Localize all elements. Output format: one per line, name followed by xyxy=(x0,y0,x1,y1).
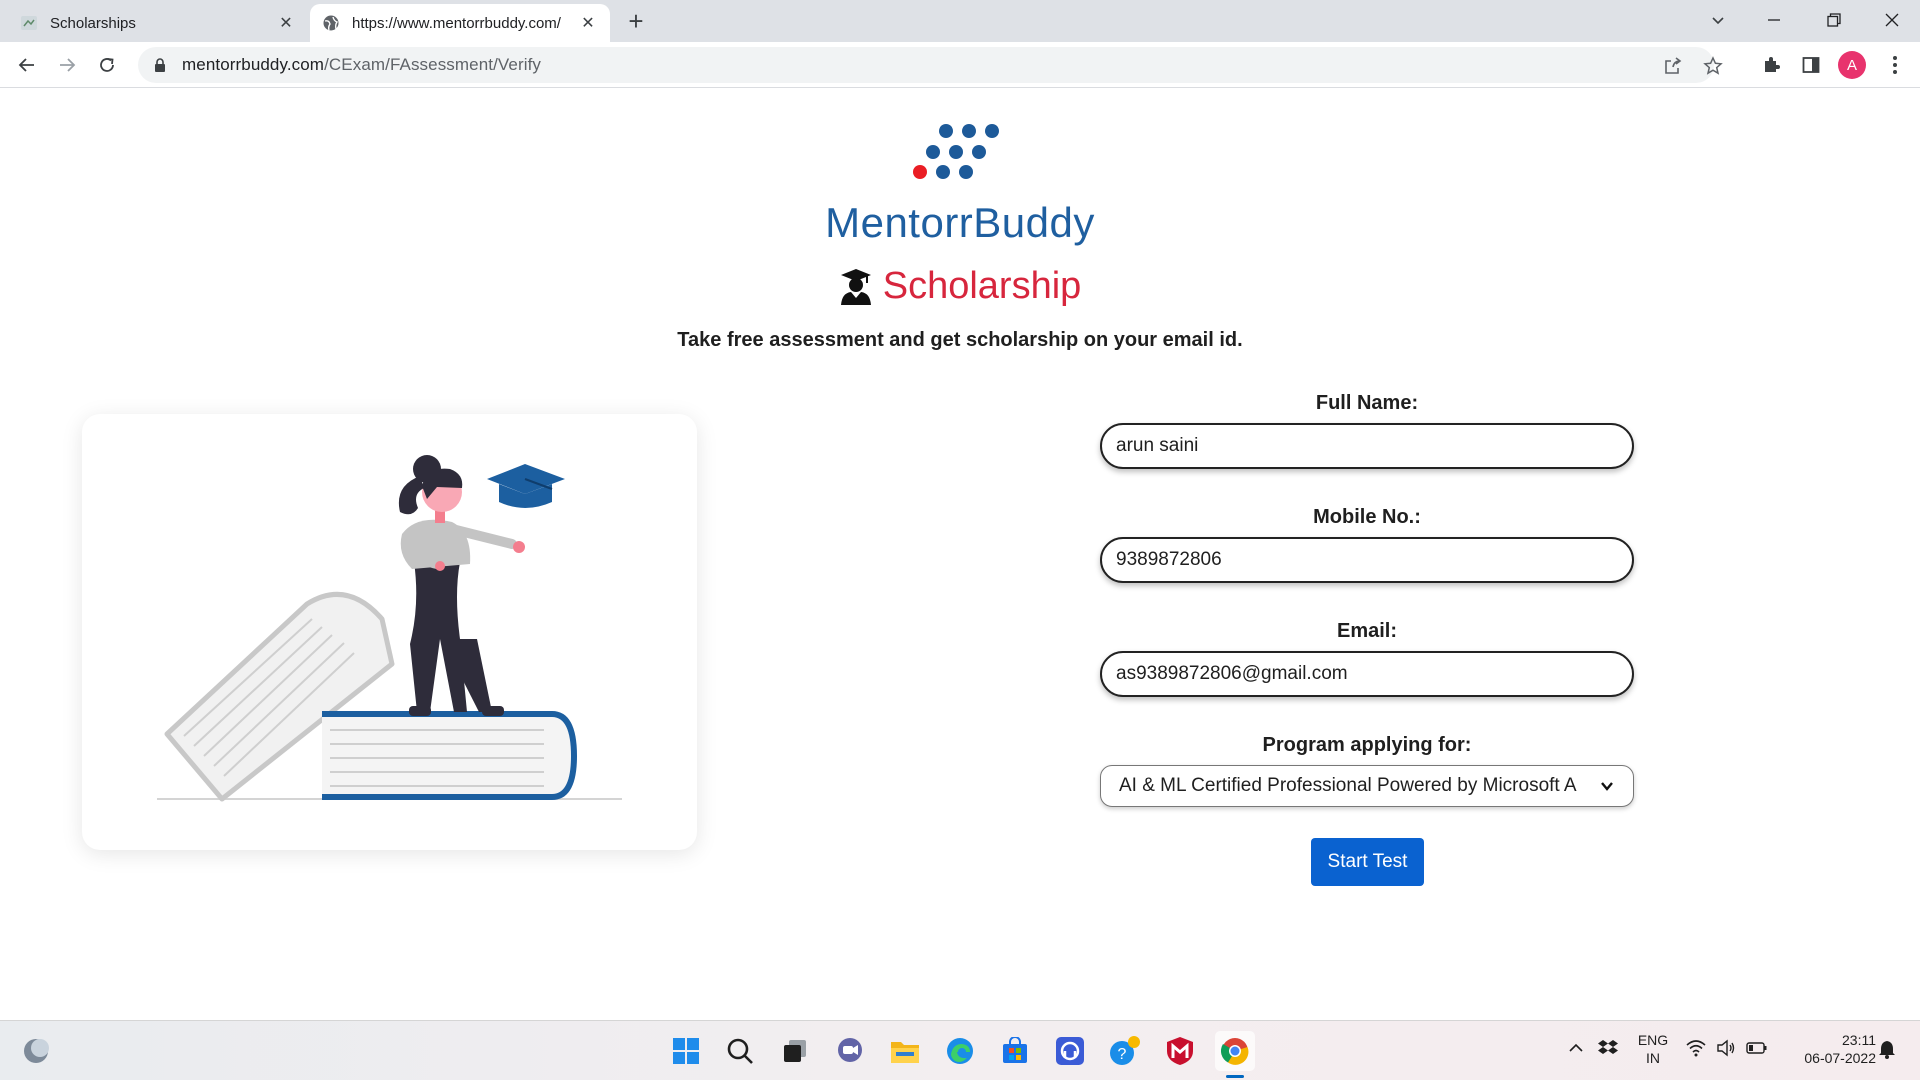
volume-icon[interactable] xyxy=(1716,1039,1736,1060)
minimize-icon[interactable] xyxy=(1746,0,1802,40)
language-region: IN xyxy=(1646,1050,1660,1066)
full-name-input[interactable] xyxy=(1100,423,1634,469)
tab-bar: Scholarships ✕ https://www.mentorrbuddy.… xyxy=(0,0,1920,42)
scholarships-favicon-icon xyxy=(20,14,38,32)
email-label: Email: xyxy=(1336,620,1398,642)
browser-toolbar: mentorrbuddy.com/CExam/FAssessment/Verif… xyxy=(0,42,1920,88)
wifi-icon[interactable] xyxy=(1686,1039,1706,1060)
new-tab-button[interactable]: + xyxy=(622,8,650,36)
task-view-icon[interactable] xyxy=(775,1031,815,1071)
email-input[interactable] xyxy=(1100,651,1634,697)
extensions-icon[interactable] xyxy=(1756,50,1786,80)
mobile-label: Mobile No.: xyxy=(1313,506,1421,528)
globe-icon xyxy=(322,14,340,32)
battery-icon[interactable] xyxy=(1746,1040,1768,1059)
chat-icon[interactable] xyxy=(830,1031,870,1071)
program-select[interactable]: AI & ML Certified Professional Powered b… xyxy=(1100,765,1634,807)
help-icon[interactable]: ? xyxy=(1105,1031,1145,1071)
profile-avatar[interactable]: A xyxy=(1838,51,1866,79)
page-content: MentorrBuddy Scholarship Take free asses… xyxy=(0,89,1920,1020)
file-explorer-icon[interactable] xyxy=(885,1031,925,1071)
store-icon[interactable] xyxy=(995,1031,1035,1071)
full-name-label: Full Name: xyxy=(1315,392,1419,414)
url-path: /CExam/FAssessment/Verify xyxy=(324,55,542,74)
scholarship-title: Scholarship xyxy=(882,265,1082,307)
tray-overflow-chevron-icon[interactable] xyxy=(1568,1041,1584,1058)
language-code: ENG xyxy=(1637,1032,1669,1048)
weather-icon[interactable] xyxy=(16,1031,56,1071)
windows-taskbar: ? ENG IN 23:11 06-07-2022 xyxy=(0,1020,1920,1080)
scholarship-heading: Scholarship xyxy=(760,265,1160,308)
notifications-icon[interactable] xyxy=(1878,1039,1896,1062)
share-icon[interactable] xyxy=(1662,55,1684,77)
restore-icon[interactable] xyxy=(1806,0,1862,40)
chrome-icon[interactable] xyxy=(1215,1031,1255,1071)
search-icon[interactable] xyxy=(720,1031,760,1071)
tab-scholarships[interactable]: Scholarships ✕ xyxy=(8,4,308,42)
menu-kebab-icon[interactable] xyxy=(1880,50,1910,80)
language-indicator[interactable]: ENG IN xyxy=(1636,1031,1670,1067)
clock[interactable]: 23:11 06-07-2022 xyxy=(1778,1031,1876,1067)
forward-icon[interactable] xyxy=(52,50,82,80)
lock-icon[interactable] xyxy=(152,57,168,73)
woman-on-books-illustration xyxy=(157,455,622,802)
side-panel-icon[interactable] xyxy=(1796,50,1826,80)
brand-name: MentorrBuddy xyxy=(825,199,1095,246)
dropbox-icon[interactable] xyxy=(1598,1039,1618,1060)
close-window-icon[interactable] xyxy=(1864,0,1920,40)
tagline: Take free assessment and get scholarship… xyxy=(677,329,1243,351)
active-app-indicator xyxy=(1226,1075,1244,1078)
program-label: Program applying for: xyxy=(1262,734,1472,756)
bookmark-star-icon[interactable] xyxy=(1702,55,1724,77)
url-host: mentorrbuddy.com xyxy=(182,55,325,74)
clock-date: 06-07-2022 xyxy=(1804,1050,1876,1066)
back-icon[interactable] xyxy=(12,50,42,80)
svg-text:?: ? xyxy=(1118,1046,1127,1063)
tab-title: https://www.mentorrbuddy.com/ xyxy=(352,14,561,32)
edge-icon[interactable] xyxy=(940,1031,980,1071)
tab-mentorrbuddy[interactable]: https://www.mentorrbuddy.com/ ✕ xyxy=(310,4,610,42)
program-selected-value: AI & ML Certified Professional Powered b… xyxy=(1119,775,1577,796)
tab-title: Scholarships xyxy=(50,14,136,32)
tab-search-icon[interactable] xyxy=(1690,0,1746,40)
mobile-input[interactable] xyxy=(1100,537,1634,583)
app-icon[interactable] xyxy=(1050,1031,1090,1071)
close-tab-icon[interactable]: ✕ xyxy=(578,13,598,33)
clock-time: 23:11 xyxy=(1842,1032,1876,1048)
address-bar[interactable]: mentorrbuddy.com/CExam/FAssessment/Verif… xyxy=(138,47,1723,83)
illustration-card xyxy=(82,414,697,850)
mcafee-icon[interactable] xyxy=(1160,1031,1200,1071)
start-icon[interactable] xyxy=(666,1031,706,1071)
chevron-down-icon xyxy=(1599,778,1615,794)
reload-icon[interactable] xyxy=(92,50,122,80)
dots-logo-icon xyxy=(913,124,999,179)
start-test-button[interactable]: Start Test xyxy=(1311,838,1424,886)
url-text: mentorrbuddy.com/CExam/FAssessment/Verif… xyxy=(182,55,541,75)
close-tab-icon[interactable]: ✕ xyxy=(276,13,296,33)
graduate-icon xyxy=(840,268,871,305)
